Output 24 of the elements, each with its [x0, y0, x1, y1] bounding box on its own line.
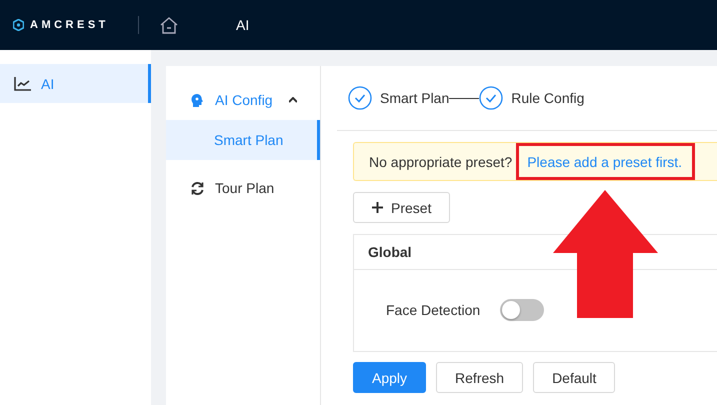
line-chart-icon [14, 76, 31, 90]
add-preset-link[interactable]: Please add a preset first. [527, 154, 682, 170]
home-icon[interactable] [160, 16, 178, 34]
add-preset-button[interactable]: Preset [353, 192, 450, 223]
page-title: AI [236, 17, 250, 33]
setting-label: Face Detection [386, 302, 480, 318]
arrow-icon [553, 190, 658, 318]
logo-icon [13, 19, 24, 31]
menu-item[interactable]: Tour Plan [166, 160, 320, 216]
action-button[interactable]: Apply [353, 362, 426, 393]
menu-group[interactable]: AI Config [166, 80, 320, 120]
refresh-icon [190, 180, 205, 196]
plus-icon [372, 202, 383, 213]
action-button[interactable]: Default [533, 362, 616, 393]
sidebar-item[interactable]: AI [0, 64, 151, 103]
head-icon [190, 92, 205, 108]
toggle-switch[interactable] [500, 299, 544, 321]
brand-name: AMCREST [30, 19, 109, 31]
step-label: Smart Plan [380, 90, 450, 106]
step-label: Rule Config [511, 90, 584, 106]
alert-text: No appropriate preset? [369, 154, 512, 170]
submenu-item[interactable]: Smart Plan [166, 120, 320, 160]
action-button[interactable]: Refresh [436, 362, 524, 393]
caret-icon [288, 97, 297, 103]
